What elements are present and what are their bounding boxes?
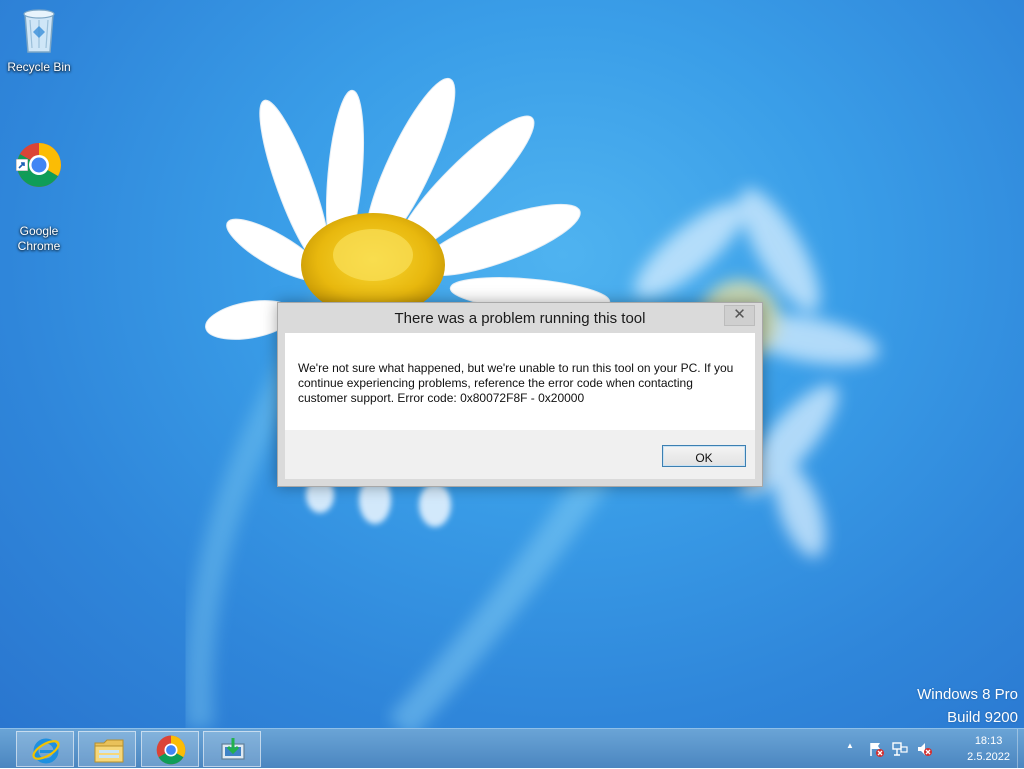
taskbar-clock[interactable]: 18:13 2.5.2022 — [967, 733, 1010, 765]
desktop-icon-label: Recycle Bin — [7, 60, 71, 74]
desktop-icon-google-chrome[interactable]: Google Chrome — [1, 112, 77, 254]
chrome-icon — [156, 735, 186, 765]
clock-time: 18:13 — [974, 735, 1003, 747]
taskbar-button-google-chrome[interactable] — [141, 731, 199, 767]
network-icon[interactable] — [892, 741, 908, 757]
watermark-build: Build 9200 — [947, 709, 1018, 726]
error-message: We're not sure what happened, but we're … — [285, 333, 755, 430]
chrome-icon — [16, 127, 62, 207]
windows-version-watermark: Windows 8 Pro Build 9200 — [917, 683, 1018, 728]
dialog-close-button[interactable]: ✕ — [724, 305, 755, 326]
show-desktop-button[interactable] — [1017, 729, 1024, 769]
volume-muted-icon[interactable] — [916, 741, 932, 757]
folder-icon — [94, 739, 124, 763]
taskbar-button-media-creation-tool[interactable] — [203, 731, 261, 767]
close-icon: ✕ — [733, 306, 746, 323]
internet-explorer-icon — [32, 738, 60, 764]
dialog-body: We're not sure what happened, but we're … — [285, 333, 755, 479]
taskbar-button-internet-explorer[interactable] — [16, 731, 74, 767]
download-tool-icon — [221, 738, 245, 760]
desktop-icon-recycle-bin[interactable]: Recycle Bin — [1, 6, 77, 75]
recycle-bin-icon — [1, 6, 77, 58]
watermark-edition: Windows 8 Pro — [917, 686, 1018, 703]
action-center-flag-icon[interactable] — [868, 741, 884, 757]
taskbar-button-file-explorer[interactable] — [78, 731, 136, 767]
dialog-title: There was a problem running this tool — [394, 310, 646, 327]
show-hidden-icons-button[interactable]: ▲ — [846, 741, 854, 750]
clock-date: 2.5.2022 — [967, 751, 1010, 763]
shortcut-arrow-icon — [16, 159, 28, 171]
desktop: Recycle Bin Google Chrome Windows 8 Pro … — [0, 0, 1024, 728]
desktop-icon-label: Google Chrome — [17, 224, 61, 253]
taskbar: ▲ 18:13 2.5.2022 — [0, 728, 1024, 769]
system-tray: ▲ 18:13 2.5.2022 — [834, 729, 1024, 769]
error-dialog: There was a problem running this tool ✕ … — [277, 302, 763, 487]
chevron-up-icon: ▲ — [846, 741, 854, 750]
ok-button[interactable]: OK — [662, 445, 746, 467]
